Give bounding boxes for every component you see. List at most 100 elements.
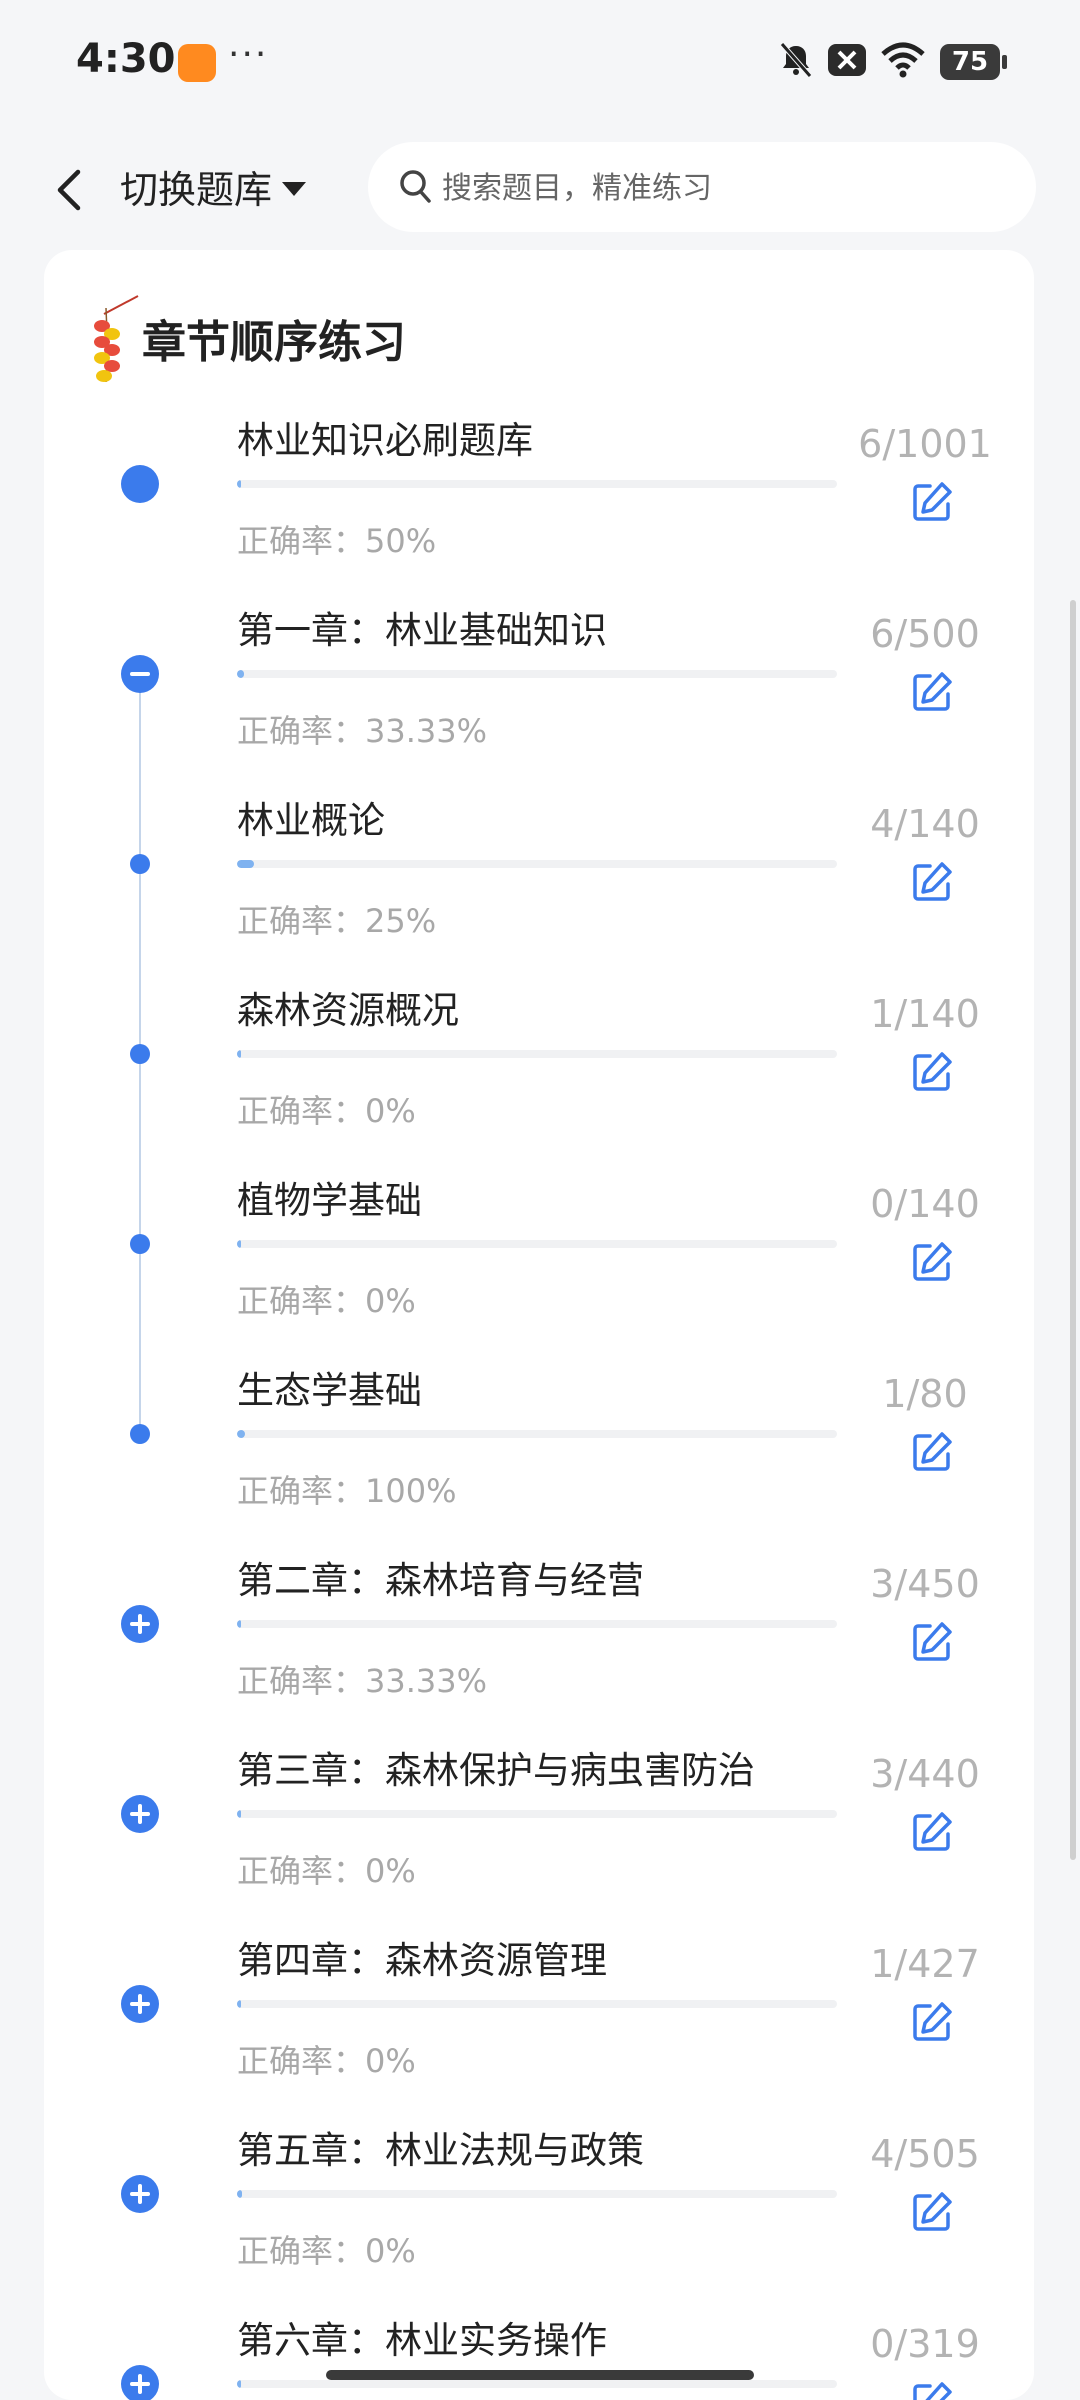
- progress-fill: [237, 2380, 241, 2388]
- chapter-title: 植物学基础: [237, 1179, 422, 1222]
- progress-fill: [237, 1810, 242, 1818]
- progress-fill: [237, 670, 245, 678]
- progress-bar: [237, 1050, 837, 1058]
- question-count: 3/450: [870, 1562, 980, 1606]
- accuracy-text: 正确率：33.33%: [237, 1662, 488, 1700]
- search-icon: [400, 170, 431, 203]
- home-indicator[interactable]: [326, 2370, 754, 2380]
- progress-bar: [237, 1240, 837, 1248]
- progress-fill: [237, 1620, 242, 1628]
- progress-fill: [237, 480, 241, 488]
- accuracy-text: 正确率：50%: [237, 522, 437, 560]
- chapter-title: 第一章：林业基础知识: [237, 609, 607, 652]
- chapter-title: 第四章：森林资源管理: [237, 1939, 607, 1982]
- chapter-row[interactable]: 第六章：林业实务操作 0/319: [44, 2306, 1034, 2400]
- wifi-icon: [881, 42, 925, 78]
- question-count: 3/440: [870, 1752, 980, 1796]
- question-count: 6/500: [870, 612, 980, 656]
- progress-bar: [237, 480, 837, 488]
- firecracker-icon: [94, 295, 139, 383]
- progress-bar: [237, 670, 837, 678]
- chapter-row[interactable]: 第二章：森林培育与经营正确率：33.33% 3/450: [44, 1546, 1034, 1736]
- accuracy-text: 正确率：100%: [237, 1472, 457, 1510]
- chapter-title: 森林资源概况: [237, 989, 459, 1032]
- expand-plus-icon[interactable]: [121, 2365, 159, 2400]
- scrollbar[interactable]: [1070, 600, 1076, 1860]
- switch-question-bank-label: 切换题库: [120, 168, 273, 212]
- question-count: 4/505: [870, 2132, 980, 2176]
- question-count: 0/140: [870, 1182, 980, 1226]
- expand-plus-icon[interactable]: [121, 2175, 159, 2213]
- edit-practice-icon[interactable]: [910, 2380, 954, 2400]
- edit-practice-icon[interactable]: [910, 860, 954, 904]
- card-title: 章节顺序练习: [142, 317, 406, 368]
- collapse-minus-icon[interactable]: [121, 655, 159, 693]
- accuracy-text: 正确率：0%: [237, 1852, 416, 1890]
- accuracy-text: 正确率：25%: [237, 902, 437, 940]
- progress-fill: [237, 1430, 245, 1438]
- progress-fill: [237, 1050, 242, 1058]
- x-notification-icon: [828, 44, 866, 76]
- question-count: 1/80: [882, 1372, 968, 1416]
- edit-practice-icon[interactable]: [910, 1240, 954, 1284]
- progress-bar: [237, 2380, 837, 2388]
- timeline-dot-icon: [130, 1234, 150, 1254]
- search-box[interactable]: [368, 142, 1036, 232]
- chapter-row[interactable]: 森林资源概况 正确率：0% 1/140: [44, 976, 1034, 1166]
- edit-practice-icon[interactable]: [910, 2000, 954, 2044]
- chapter-title: 生态学基础: [237, 1369, 422, 1412]
- question-count: 1/427: [870, 1942, 980, 1986]
- more-notifications-icon: ···: [228, 34, 269, 75]
- chapter-row[interactable]: 第三章：森林保护与病虫害防治正确率：0% 3/440: [44, 1736, 1034, 1926]
- search-input[interactable]: [440, 160, 1004, 216]
- accuracy-text: 正确率：0%: [237, 2042, 416, 2080]
- chapter-row[interactable]: 林业概论正确率：25% 4/140: [44, 786, 1034, 976]
- chapter-title: 第五章：林业法规与政策: [237, 2129, 644, 2172]
- accuracy-text: 正确率：33.33%: [237, 712, 488, 750]
- chapter-row[interactable]: 植物学基础正确率：0% 0/140: [44, 1166, 1034, 1356]
- progress-fill: [237, 2190, 242, 2198]
- chapter-title: 林业知识必刷题库: [237, 419, 533, 462]
- chapter-practice-card: 章节顺序练习 林业知识必刷题库 正确率：50% 6/1001 第一章：林业基础知识 正确…: [44, 250, 1034, 2400]
- switch-question-bank-button[interactable]: 切换题库: [120, 158, 307, 222]
- status-bar: 4:30 ··· 75: [0, 0, 1080, 130]
- accuracy-text: 正确率：0%: [237, 1282, 416, 1320]
- edit-practice-icon[interactable]: [910, 1810, 954, 1854]
- question-count: 0/319: [870, 2322, 980, 2366]
- chapter-title: 第二章：森林培育与经营: [237, 1559, 644, 1602]
- chapter-row[interactable]: 生态学基础正确率：100% 1/80: [44, 1356, 1034, 1546]
- progress-bar: [237, 2190, 837, 2198]
- expand-plus-icon[interactable]: [121, 1985, 159, 2023]
- progress-bar: [237, 1430, 837, 1438]
- progress-bar: [237, 860, 837, 868]
- edit-practice-icon[interactable]: [910, 480, 954, 524]
- chapter-row[interactable]: 林业知识必刷题库 正确率：50% 6/1001: [44, 406, 1034, 596]
- top-navigation: 切换题库: [0, 130, 1080, 250]
- edit-practice-icon[interactable]: [910, 2190, 954, 2234]
- edit-practice-icon[interactable]: [910, 1620, 954, 1664]
- app-notification-icon: [178, 44, 216, 82]
- question-count: 4/140: [870, 802, 980, 846]
- progress-bar: [237, 1620, 837, 1628]
- progress-fill: [237, 1240, 241, 1248]
- chapter-row[interactable]: 第五章：林业法规与政策 正确率：0% 4/505: [44, 2116, 1034, 2306]
- edit-practice-icon[interactable]: [910, 670, 954, 714]
- expand-plus-icon[interactable]: [121, 1605, 159, 1643]
- chapter-row[interactable]: 第四章：森林资源管理正确率：0% 1/427: [44, 1926, 1034, 2116]
- question-count: 1/140: [870, 992, 980, 1036]
- edit-practice-icon[interactable]: [910, 1050, 954, 1094]
- status-time: 4:30: [76, 36, 176, 82]
- chapter-title: 第六章：林业实务操作: [237, 2319, 607, 2362]
- progress-bar: [237, 2000, 837, 2008]
- expand-plus-icon[interactable]: [121, 1795, 159, 1833]
- back-button[interactable]: [40, 158, 100, 222]
- bell-off-icon: [780, 42, 812, 78]
- timeline-dot-icon: [130, 1044, 150, 1064]
- chapter-title: 林业概论: [237, 799, 385, 842]
- chapter-title: 第三章：森林保护与病虫害防治: [237, 1749, 755, 1792]
- progress-fill: [237, 2000, 241, 2008]
- edit-practice-icon[interactable]: [910, 1430, 954, 1474]
- chapter-row[interactable]: 第一章：林业基础知识正确率：33.33% 6/500: [44, 596, 1034, 786]
- caret-down-icon: [282, 181, 307, 196]
- timeline-dot-icon: [130, 854, 150, 874]
